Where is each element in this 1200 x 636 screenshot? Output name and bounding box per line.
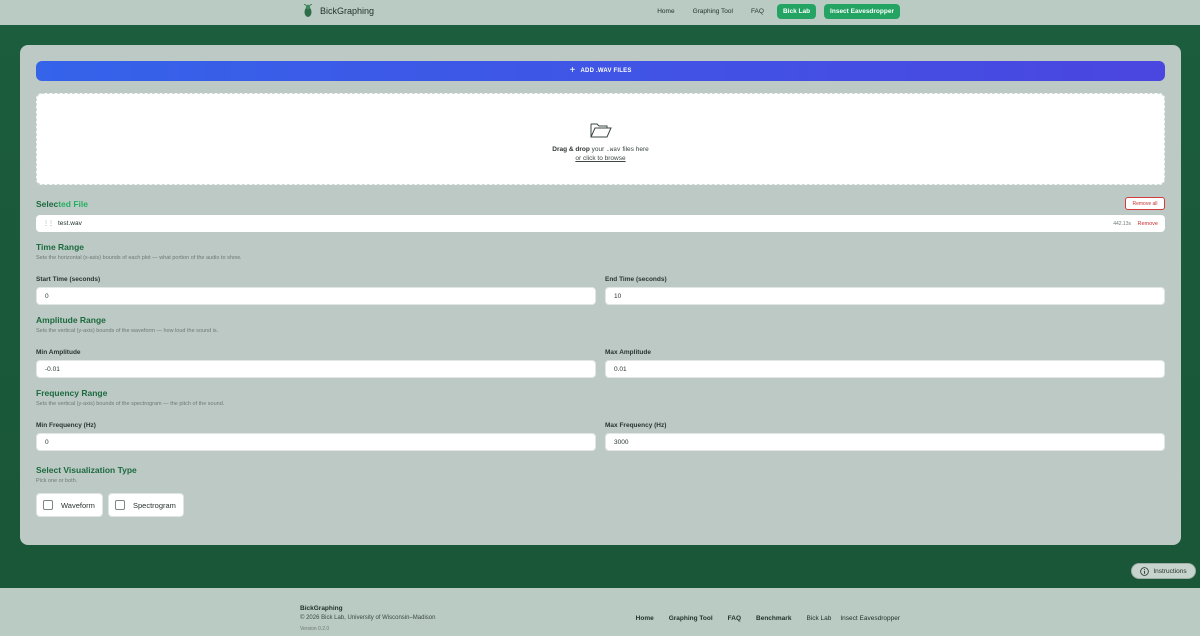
min-frequency-label: Min Frequency (Hz) bbox=[36, 422, 96, 429]
footer-link-home[interactable]: Home bbox=[636, 615, 654, 622]
file-name: test.wav bbox=[58, 220, 82, 227]
footer-link-graphing-tool[interactable]: Graphing Tool bbox=[669, 615, 713, 622]
file-duration: 442.13s bbox=[1113, 220, 1131, 227]
min-frequency-input[interactable]: 0 bbox=[36, 433, 596, 451]
drag-handle-icon[interactable]: ⋮⋮ bbox=[43, 220, 54, 227]
remove-all-button[interactable]: Remove all bbox=[1125, 197, 1165, 210]
footer-version: Version 0.2.0 bbox=[300, 626, 330, 632]
frequency-range-description: Sets the vertical (y-axis) bounds of the… bbox=[36, 401, 225, 407]
amplitude-range-title: Amplitude Range bbox=[36, 315, 106, 325]
end-time-label: End Time (seconds) bbox=[605, 276, 667, 283]
brand-name: BickGraphing bbox=[320, 6, 375, 16]
start-time-input[interactable]: 0 bbox=[36, 287, 596, 305]
waveform-checkbox[interactable] bbox=[43, 500, 53, 510]
selected-heading-b: ted File bbox=[58, 199, 88, 209]
footer-links: Home Graphing Tool FAQ Benchmark Bick La… bbox=[636, 615, 900, 622]
footer-link-bick-lab[interactable]: Bick Lab bbox=[806, 615, 831, 622]
plus-icon: + bbox=[569, 65, 576, 76]
waveform-label: Waveform bbox=[61, 500, 95, 510]
footer-brand: BickGraphing bbox=[300, 605, 343, 612]
browse-link[interactable]: or click to browse bbox=[575, 155, 625, 162]
time-range-description: Sets the horizontal (x-axis) bounds of e… bbox=[36, 255, 242, 261]
footer-link-benchmark[interactable]: Benchmark bbox=[756, 615, 791, 622]
waveform-option[interactable]: Waveform bbox=[36, 493, 103, 517]
add-wav-files-label: ADD .WAV FILES bbox=[580, 68, 632, 74]
footer: BickGraphing © 2026 Bick Lab, University… bbox=[0, 588, 1200, 636]
open-folder-icon bbox=[590, 123, 612, 137]
max-frequency-label: Max Frequency (Hz) bbox=[605, 422, 667, 429]
add-wav-files-button[interactable]: + ADD .WAV FILES bbox=[36, 61, 1165, 81]
spectrogram-label: Spectrogram bbox=[133, 500, 176, 510]
top-navbar: BickGraphing Home Graphing Tool FAQ Bick… bbox=[0, 0, 1200, 25]
selected-file-heading: Selected File bbox=[36, 199, 88, 209]
min-amplitude-label: Min Amplitude bbox=[36, 349, 81, 356]
instructions-button[interactable]: Instructions bbox=[1131, 563, 1196, 579]
file-dropzone[interactable]: Drag & drop your .wav files here or clic… bbox=[36, 93, 1165, 185]
brand[interactable]: BickGraphing bbox=[302, 4, 374, 18]
nav-faq[interactable]: FAQ bbox=[746, 6, 769, 17]
max-amplitude-input[interactable]: 0.01 bbox=[605, 360, 1165, 378]
footer-copyright: © 2026 Bick Lab, University of Wisconsin… bbox=[300, 615, 436, 621]
drop-tail-text: files here bbox=[622, 145, 649, 153]
amplitude-range-description: Sets the vertical (y-axis) bounds of the… bbox=[36, 328, 219, 334]
drop-instructions: Drag & drop your .wav files here bbox=[552, 146, 648, 153]
footer-link-insect-eavesdropper[interactable]: Insect Eavesdropper bbox=[840, 615, 900, 622]
frequency-range-title: Frequency Range bbox=[36, 388, 108, 398]
spectrogram-checkbox[interactable] bbox=[115, 500, 125, 510]
time-range-title: Time Range bbox=[36, 242, 85, 252]
file-list-item[interactable]: ⋮⋮ test.wav 442.13s Remove bbox=[36, 215, 1165, 232]
cricket-logo-icon bbox=[303, 4, 313, 17]
main-nav: Home Graphing Tool FAQ Bick Lab Insect E… bbox=[652, 4, 900, 19]
visualization-type-description: Pick one or both. bbox=[36, 478, 78, 484]
max-frequency-input[interactable]: 3000 bbox=[605, 433, 1165, 451]
nav-graphing-tool[interactable]: Graphing Tool bbox=[688, 6, 738, 17]
info-icon bbox=[1140, 566, 1150, 576]
nav-insect-eavesdropper-button[interactable]: Insect Eavesdropper bbox=[824, 4, 900, 19]
selected-heading-a: Selec bbox=[36, 199, 59, 209]
min-amplitude-input[interactable]: -0.01 bbox=[36, 360, 596, 378]
drop-ext-text: .wav bbox=[606, 145, 621, 153]
drop-bold-text: Drag & drop bbox=[552, 145, 590, 153]
nav-home[interactable]: Home bbox=[652, 6, 679, 17]
visualization-type-title: Select Visualization Type bbox=[36, 465, 137, 475]
max-amplitude-label: Max Amplitude bbox=[605, 349, 651, 356]
start-time-label: Start Time (seconds) bbox=[36, 276, 101, 283]
spectrogram-option[interactable]: Spectrogram bbox=[108, 493, 184, 517]
instructions-label: Instructions bbox=[1153, 567, 1187, 575]
file-remove-button[interactable]: Remove bbox=[1138, 221, 1158, 227]
nav-bick-lab-button[interactable]: Bick Lab bbox=[776, 4, 817, 19]
drop-your-text: your bbox=[591, 145, 605, 153]
graphing-tool-card: + ADD .WAV FILES Drag & drop your .wav f… bbox=[20, 45, 1181, 545]
footer-link-faq[interactable]: FAQ bbox=[728, 615, 741, 622]
end-time-input[interactable]: 10 bbox=[605, 287, 1165, 305]
